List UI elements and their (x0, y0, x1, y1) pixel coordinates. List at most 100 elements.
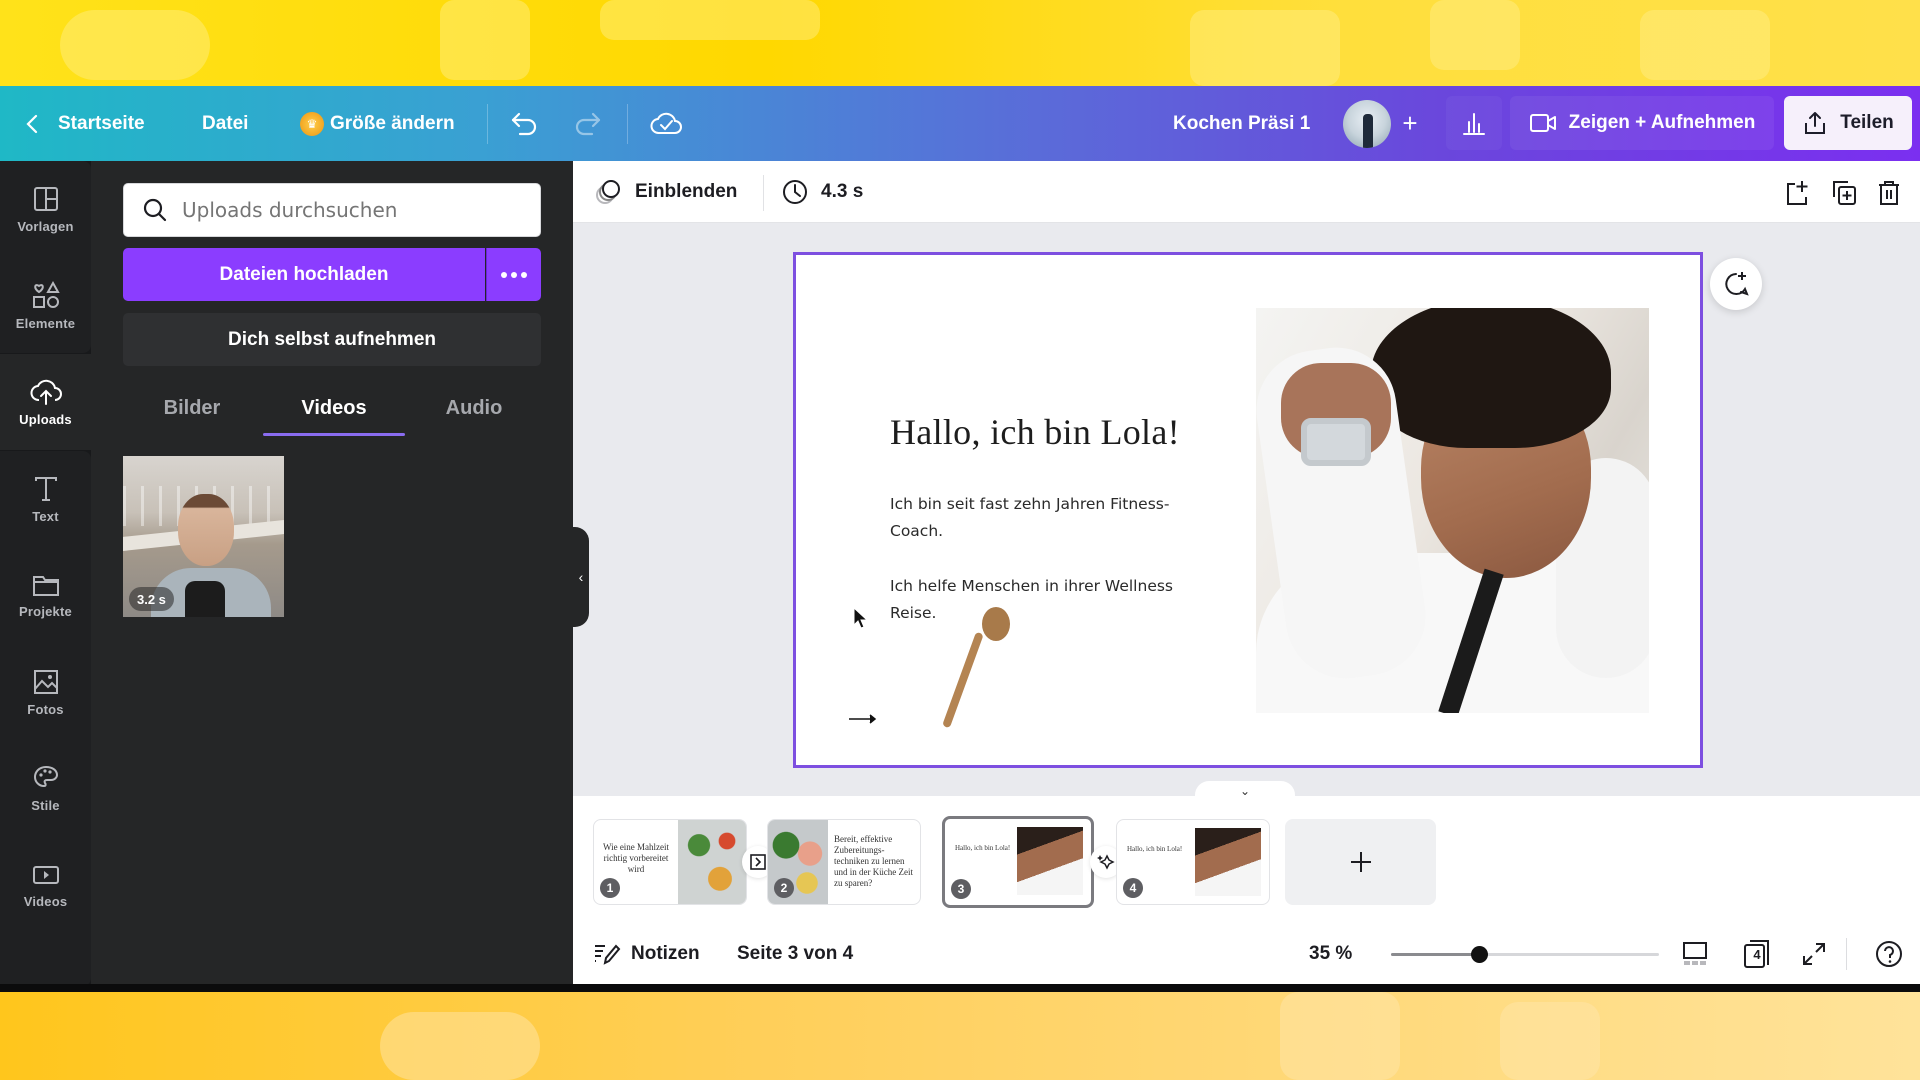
page-number-badge: 2 (774, 878, 794, 898)
rail-label: Stile (31, 797, 60, 813)
duplicate-page-button[interactable] (1828, 177, 1860, 209)
add-page-button[interactable] (1782, 177, 1814, 209)
rail-item-projekte[interactable]: Projekte (0, 547, 91, 643)
zoom-slider[interactable] (1391, 946, 1659, 963)
page-number-badge: 4 (1123, 878, 1143, 898)
rail-item-vorlagen[interactable]: Vorlagen (0, 161, 91, 257)
page-thumbnail-3[interactable]: Hallo, ich bin Lola! 3 (942, 816, 1094, 908)
save-status-button[interactable] (650, 86, 682, 161)
grid-view-button[interactable] (1679, 938, 1711, 970)
timing-button[interactable]: 4.3 s (781, 161, 863, 223)
cloud-upload-icon (30, 379, 62, 405)
notes-pencil-icon (595, 944, 621, 965)
tab-bilder[interactable]: Bilder (123, 381, 261, 436)
zoom-slider-handle[interactable] (1471, 946, 1489, 963)
notes-label: Notizen (631, 943, 700, 964)
page-count-button[interactable]: 4 (1741, 938, 1773, 970)
rail-item-elemente[interactable]: Elemente (0, 257, 91, 353)
uploads-panel: Dateien hochladen Dich selbst aufnehmen … (91, 161, 573, 984)
add-page-icon (1787, 181, 1808, 205)
comment-add-icon (1725, 272, 1749, 296)
slide-paragraph[interactable]: Ich helfe Menschen in ihrer Wellness Rei… (890, 573, 1190, 627)
home-link[interactable]: Startseite (24, 86, 145, 161)
add-collaborator-button[interactable]: + (1390, 96, 1430, 150)
editor-footer: Notizen Seite 3 von 4 35 % 4 (573, 924, 1920, 984)
fullscreen-button[interactable] (1798, 938, 1830, 970)
rail-label: Text (32, 508, 59, 524)
divider (627, 104, 628, 144)
page-thumbnail-2[interactable]: Bereit, effektive Zubereitungs-techniken… (767, 819, 921, 905)
plus-icon (1350, 852, 1371, 872)
uploads-search-input[interactable] (182, 198, 502, 222)
tab-audio[interactable]: Audio (407, 381, 541, 436)
page-thumbnail-4[interactable]: Hallo, ich bin Lola! 4 (1116, 819, 1270, 905)
help-icon (1876, 941, 1902, 967)
share-button[interactable]: Teilen (1784, 96, 1912, 150)
record-yourself-button[interactable]: Dich selbst aufnehmen (123, 313, 541, 366)
add-comment-button[interactable] (1710, 258, 1762, 310)
share-label: Teilen (1840, 112, 1894, 133)
undo-button[interactable] (510, 86, 540, 161)
cloud-check-icon (650, 112, 682, 134)
palette-icon (33, 765, 58, 787)
add-new-page-button[interactable] (1285, 819, 1436, 905)
slide-photo-woman[interactable] (1256, 308, 1649, 713)
rail-item-videos[interactable]: Videos (0, 837, 91, 933)
folder-icon (32, 575, 59, 596)
collapse-panel-button[interactable]: ‹ (573, 527, 589, 627)
file-menu[interactable]: Datei (202, 86, 248, 161)
trash-icon (1879, 181, 1899, 205)
rail-item-stile[interactable]: Stile (0, 740, 91, 836)
document-title[interactable]: Kochen Präsi 1 (1173, 86, 1310, 161)
rail-label: Projekte (19, 603, 72, 619)
slide-title[interactable]: Hallo, ich bin Lola! (890, 411, 1180, 453)
slide-paragraph[interactable]: Ich bin seit fast zehn Jahren Fitness-Co… (890, 491, 1190, 545)
help-button[interactable] (1873, 938, 1905, 970)
active-tab-indicator (263, 433, 405, 436)
rail-label: Fotos (27, 701, 64, 717)
resize-label: Größe ändern (330, 112, 455, 134)
page-thumbnail-1[interactable]: Wie eine Mahlzeit richtig vorbereitet wi… (593, 819, 747, 905)
rail-item-fotos[interactable]: Fotos (0, 644, 91, 740)
insights-button[interactable] (1446, 96, 1502, 150)
page-number-badge: 1 (600, 878, 620, 898)
hide-pages-toggle[interactable]: ⌄ (1195, 781, 1295, 801)
desktop-background-bottom (0, 992, 1920, 1080)
transition-icon (596, 180, 620, 204)
notes-button[interactable]: Notizen (593, 924, 700, 984)
uploaded-video-thumbnail[interactable]: 3.2 s (123, 456, 284, 617)
clock-icon (783, 180, 807, 204)
rail-label: Uploads (19, 411, 72, 427)
image-icon (33, 669, 58, 694)
page-count-badge: 4 (1753, 947, 1761, 962)
redo-icon (575, 112, 601, 135)
upload-more-options-button[interactable] (486, 248, 541, 301)
rail-label: Videos (23, 893, 68, 909)
transition-arrow-icon (750, 854, 766, 870)
sparkle-transition-icon (1097, 854, 1115, 870)
upload-files-button[interactable]: Dateien hochladen (123, 248, 485, 301)
canva-editor: Startseite Datei ♛ Größe ändern Kochen P… (0, 86, 1920, 984)
more-dots-icon (501, 271, 507, 278)
page-indicator: Seite 3 von 4 (737, 943, 854, 964)
resize-button[interactable]: ♛ Größe ändern (300, 86, 455, 161)
tab-videos[interactable]: Videos (263, 381, 405, 436)
present-record-button[interactable]: Zeigen + Aufnehmen (1510, 96, 1774, 150)
redo-button[interactable] (572, 86, 602, 161)
transition-button[interactable]: Einblenden (593, 161, 737, 223)
delete-page-button[interactable] (1873, 177, 1905, 209)
divider (487, 104, 488, 144)
avatar[interactable] (1343, 100, 1391, 148)
text-icon (34, 476, 57, 501)
slide-canvas[interactable]: Hallo, ich bin Lola! Ich bin seit fast z… (793, 252, 1703, 768)
duration-label: 4.3 s (821, 181, 864, 202)
search-icon (143, 198, 167, 222)
uploads-tabs: Bilder Videos Audio (123, 381, 541, 436)
rail-item-text[interactable]: Text (0, 451, 91, 547)
arrow-right-icon (849, 714, 877, 724)
zoom-percentage[interactable]: 35 % (1309, 924, 1352, 984)
window-edge (0, 984, 1920, 992)
divider (763, 175, 764, 211)
uploads-search[interactable] (123, 183, 541, 237)
rail-item-uploads[interactable]: Uploads (0, 354, 91, 450)
